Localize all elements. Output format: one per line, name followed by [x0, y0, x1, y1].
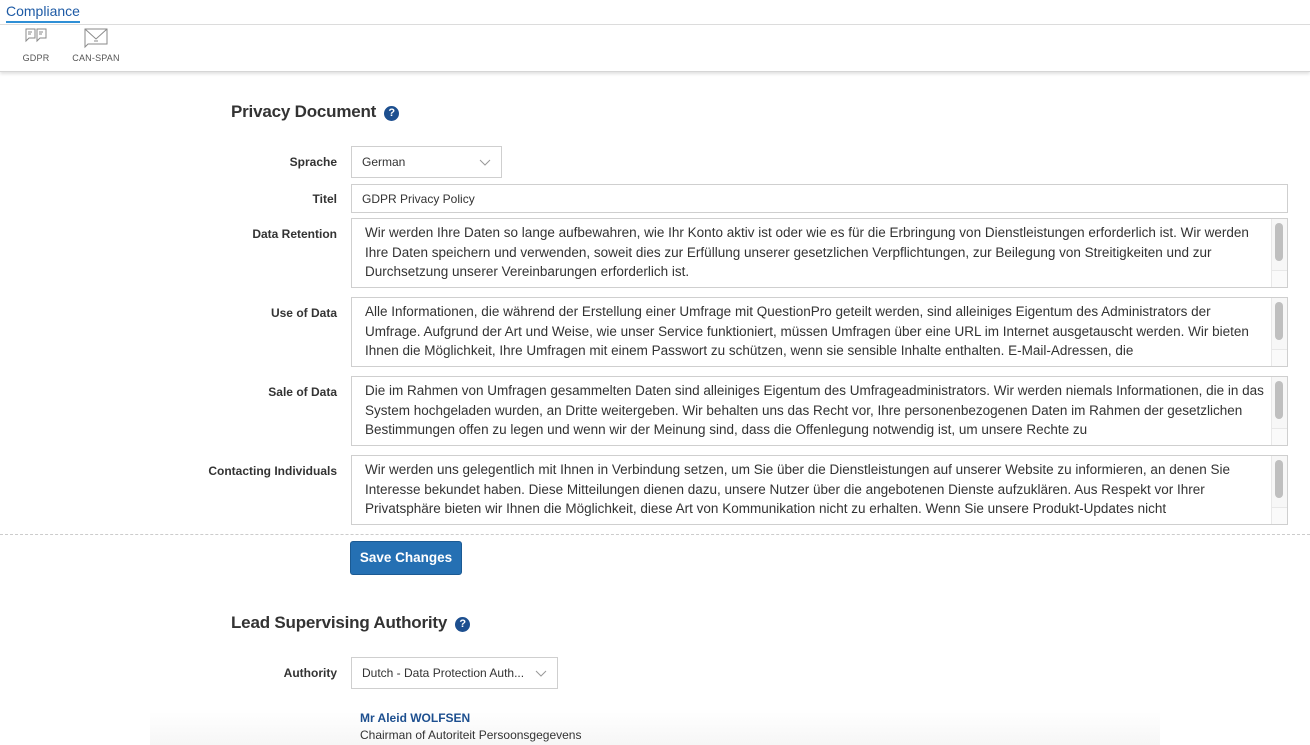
toolbar-canspan-label: CAN-SPAN	[72, 53, 120, 63]
authority-contact-name: Mr Aleid WOLFSEN	[360, 711, 471, 725]
use-of-data-label: Use of Data	[270, 306, 337, 320]
authority-contact-role: Chairman of Autoriteit Persoonsgegevens	[360, 728, 582, 742]
data-retention-textarea[interactable]: Wir werden Ihre Daten so lange aufbewahr…	[351, 218, 1288, 288]
toolbar-gdpr-button[interactable]: GDPR	[18, 27, 54, 63]
scrollbar-thumb[interactable]	[1275, 223, 1283, 261]
lead-authority-heading: Lead Supervising Authority?	[231, 613, 471, 633]
breadcrumb: Compliance	[0, 0, 1310, 25]
section-divider	[0, 534, 1310, 535]
privacy-document-heading: Privacy Document?	[231, 102, 400, 122]
title-input[interactable]: GDPR Privacy Policy	[351, 184, 1288, 213]
top-toolbar: Compliance GDPR CAN-SPAN	[0, 0, 1310, 72]
data-retention-label: Data Retention	[252, 227, 337, 241]
chevron-down-icon	[535, 670, 547, 677]
scrollbar[interactable]	[1271, 298, 1287, 350]
save-changes-button[interactable]: Save Changes	[350, 541, 462, 575]
contacting-individuals-label: Contacting Individuals	[208, 464, 337, 478]
authority-label: Authority	[283, 666, 337, 680]
use-of-data-text: Alle Informationen, die während der Erst…	[365, 304, 1249, 358]
sale-of-data-textarea[interactable]: Die im Rahmen von Umfragen gesammelten D…	[351, 376, 1288, 446]
chat-bubbles-icon	[25, 28, 47, 43]
scrollbar-thumb[interactable]	[1275, 302, 1283, 340]
use-of-data-textarea[interactable]: Alle Informationen, die während der Erst…	[351, 297, 1288, 367]
resize-handle[interactable]	[1271, 507, 1287, 524]
lead-authority-title: Lead Supervising Authority	[231, 613, 448, 632]
chevron-down-icon	[479, 159, 491, 166]
sale-of-data-label: Sale of Data	[268, 385, 337, 399]
language-label: Sprache	[289, 155, 337, 169]
envelope-icon	[84, 28, 108, 49]
contacting-individuals-textarea[interactable]: Wir werden uns gelegentlich mit Ihnen in…	[351, 455, 1288, 525]
help-icon[interactable]: ?	[384, 106, 400, 121]
scrollbar[interactable]	[1271, 456, 1287, 508]
scrollbar[interactable]	[1271, 219, 1287, 271]
resize-handle[interactable]	[1271, 270, 1287, 287]
breadcrumb-compliance-link[interactable]: Compliance	[6, 3, 80, 23]
bottom-shade	[150, 712, 1160, 745]
toolbar-gdpr-label: GDPR	[22, 53, 50, 63]
scrollbar-thumb[interactable]	[1275, 381, 1283, 419]
resize-handle[interactable]	[1271, 428, 1287, 445]
data-retention-text: Wir werden Ihre Daten so lange aufbewahr…	[365, 225, 1249, 279]
privacy-document-title: Privacy Document	[231, 102, 377, 121]
sale-of-data-text: Die im Rahmen von Umfragen gesammelten D…	[365, 383, 1264, 437]
resize-handle[interactable]	[1271, 349, 1287, 366]
authority-select-value: Dutch - Data Protection Auth...	[362, 666, 525, 680]
toolbar-canspan-button[interactable]: CAN-SPAN	[70, 27, 122, 63]
authority-select[interactable]: Dutch - Data Protection Auth...	[351, 657, 558, 689]
title-label: Titel	[312, 192, 337, 206]
scrollbar[interactable]	[1271, 377, 1287, 429]
scrollbar-thumb[interactable]	[1275, 460, 1283, 498]
language-select[interactable]: German	[351, 146, 502, 178]
language-select-value: German	[362, 155, 406, 169]
help-icon[interactable]: ?	[455, 617, 471, 632]
contacting-individuals-text: Wir werden uns gelegentlich mit Ihnen in…	[365, 462, 1231, 516]
